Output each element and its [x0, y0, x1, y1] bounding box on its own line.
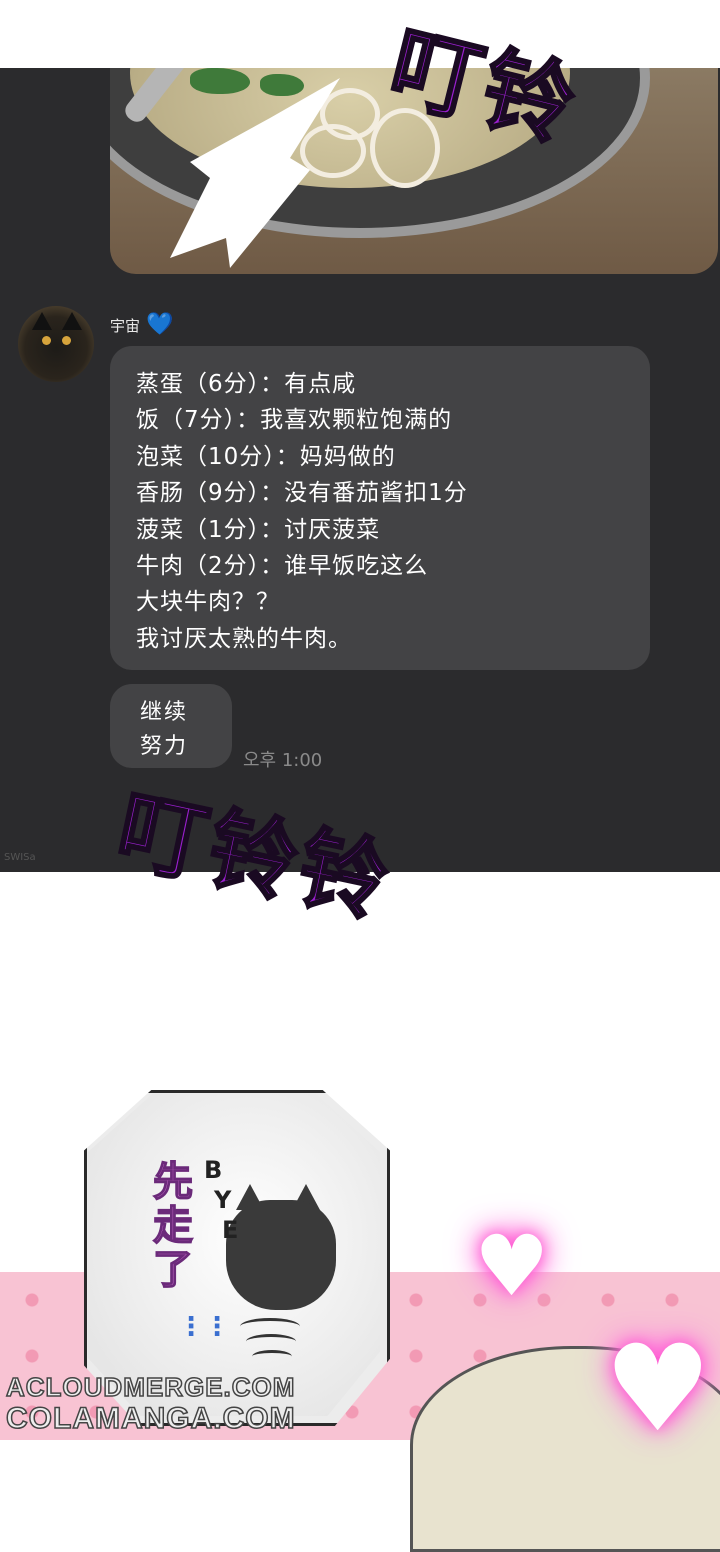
- motion-line: [246, 1334, 296, 1349]
- cat-ear-shape: [32, 312, 52, 330]
- message-line: 我讨厌太熟的牛肉。: [136, 625, 352, 652]
- reply-line: 努力: [140, 734, 189, 759]
- message-line: 蒸蛋（6分）：有点咸: [136, 371, 357, 397]
- cat-eye-shape: [62, 336, 71, 345]
- cat-eye-shape: [42, 336, 51, 345]
- bye-letter: Y: [214, 1186, 232, 1214]
- chat-screenshot-panel: 宇宙 💙 蒸蛋（6分）：有点咸 饭（7分）：我喜欢颗粒饱满的 泡菜（10分）：妈…: [0, 68, 720, 872]
- reply-bubble[interactable]: 继续 努力: [110, 684, 232, 768]
- glowing-heart-icon: ♥: [474, 1217, 550, 1315]
- message-line: 牛肉（2分）：谁早饭吃这么: [136, 553, 429, 580]
- reply-line: 继续: [140, 700, 189, 725]
- motion-line: [240, 1318, 300, 1335]
- message-line: 泡菜（10分）：妈妈做的: [136, 443, 396, 470]
- avatar[interactable]: [18, 306, 94, 382]
- message-line: 菠菜（1分）：讨厌菠菜: [136, 516, 381, 543]
- blue-heart-icon: 💙: [146, 312, 174, 337]
- glowing-heart-icon: ♥: [604, 1320, 712, 1459]
- bye-letter: B: [204, 1156, 223, 1184]
- onion-ring: [300, 124, 366, 178]
- watermark-acloudmerge: ACLOUDMERGE.COM: [5, 1371, 296, 1403]
- herb-garnish: [190, 68, 250, 94]
- ellipsis-dots: ⋮⋮: [178, 1312, 230, 1342]
- herb-garnish: [260, 74, 304, 96]
- sender-name: 宇宙: [110, 316, 141, 335]
- motion-line: [252, 1350, 292, 1363]
- artist-signature: SWISa: [4, 852, 36, 863]
- message-line: 饭（7分）：我喜欢颗粒饱满的: [136, 407, 453, 434]
- message-line: 大块牛肉？？: [136, 589, 280, 616]
- message-bubble[interactable]: 蒸蛋（6分）：有点咸 饭（7分）：我喜欢颗粒饱满的 泡菜（10分）：妈妈做的 香…: [110, 346, 650, 670]
- cat-ear-shape: [62, 312, 82, 330]
- message-timestamp: 오후 1:00: [243, 750, 323, 771]
- bye-letter: E: [222, 1216, 239, 1244]
- sender-name-row: 宇宙 💙: [110, 314, 173, 336]
- waving-cat-figure: [226, 1200, 336, 1310]
- watermark-colamanga: COLAMANGA.COM: [5, 1401, 296, 1436]
- message-line: 香肠（9分）：没有番茄酱扣1分: [136, 480, 468, 507]
- leaving-first-text: 先走了: [145, 1159, 193, 1293]
